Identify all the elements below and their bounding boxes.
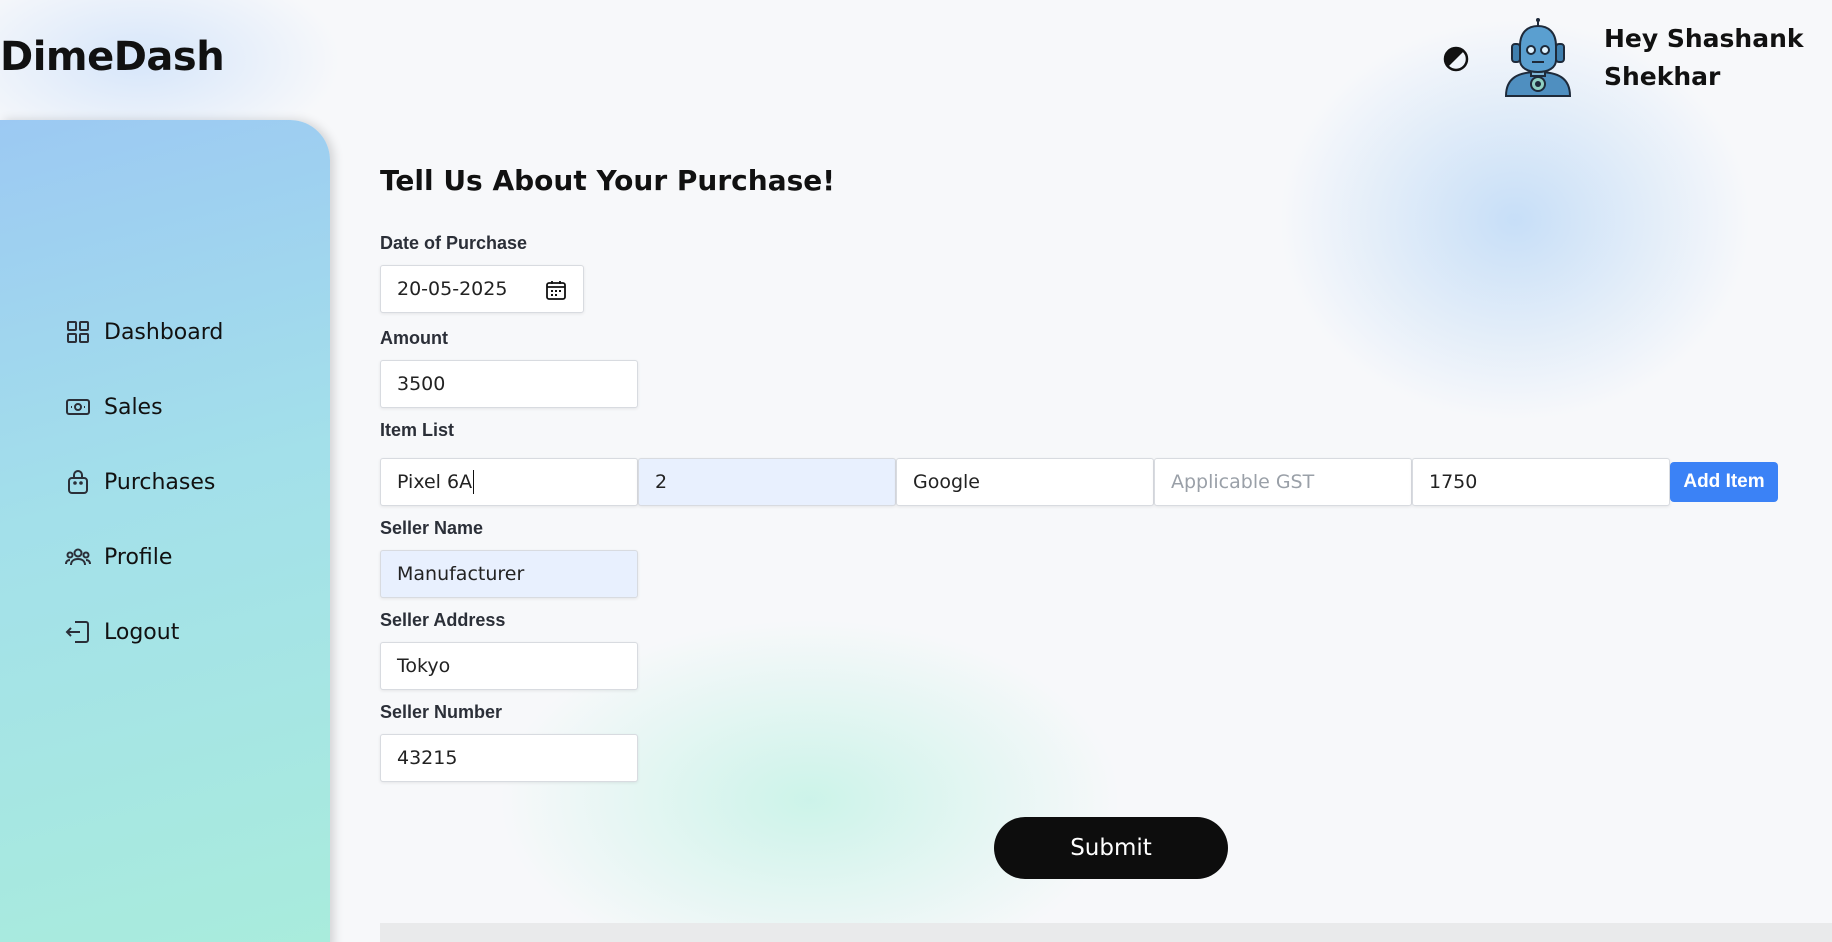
seller-name-label: Seller Name — [380, 518, 484, 538]
seller-number-label: Seller Number — [380, 702, 503, 722]
seller-address-label: Seller Address — [380, 610, 506, 630]
app-logo[interactable]: DimeDash — [0, 34, 225, 80]
amount-label: Amount — [380, 328, 448, 348]
form-title: Tell Us About Your Purchase! — [380, 164, 836, 197]
item-name-value: Pixel 6A — [397, 471, 473, 493]
sidebar: Dashboard Sales Purchases Profile Logout — [0, 120, 330, 942]
item-quantity-input[interactable]: 2 — [638, 458, 896, 506]
cash-icon — [64, 393, 92, 421]
date-input[interactable]: 20-05-2025 — [380, 265, 584, 313]
date-value: 20-05-2025 — [397, 278, 508, 300]
seller-name-input[interactable]: Manufacturer — [380, 550, 638, 598]
date-label: Date of Purchase — [380, 233, 528, 253]
item-name-input[interactable]: Pixel 6A — [380, 458, 638, 506]
item-price-input[interactable]: 1750 — [1412, 458, 1670, 506]
add-item-button[interactable]: Add Item — [1670, 462, 1778, 502]
sidebar-item-dashboard[interactable]: Dashboard — [64, 314, 223, 350]
calendar-icon[interactable] — [545, 279, 567, 301]
sidebar-item-label: Purchases — [104, 469, 216, 495]
sidebar-item-label: Dashboard — [104, 319, 224, 345]
item-list-label: Item List — [380, 420, 455, 440]
sidebar-item-profile[interactable]: Profile — [64, 539, 172, 575]
horizontal-scrollbar[interactable] — [380, 923, 1832, 942]
sidebar-item-purchases[interactable]: Purchases — [64, 464, 215, 500]
item-gst-input[interactable]: Applicable GST — [1154, 458, 1412, 506]
seller-address-input[interactable]: Tokyo — [380, 642, 638, 690]
bag-icon — [64, 468, 92, 496]
sidebar-item-label: Sales — [104, 394, 163, 420]
grid-icon — [64, 318, 92, 346]
seller-number-input[interactable]: 43215 — [380, 734, 638, 782]
sidebar-item-logout[interactable]: Logout — [64, 614, 179, 650]
users-icon — [64, 543, 92, 571]
logout-icon — [64, 618, 92, 646]
sidebar-item-sales[interactable]: Sales — [64, 389, 163, 425]
item-brand-input[interactable]: Google — [896, 458, 1154, 506]
sidebar-item-label: Profile — [104, 544, 173, 570]
robot-avatar[interactable] — [1498, 18, 1578, 98]
contrast-icon[interactable] — [1443, 46, 1469, 72]
submit-button[interactable]: Submit — [994, 817, 1228, 879]
user-greeting: Hey Shashank Shekhar — [1604, 24, 1804, 91]
sidebar-item-label: Logout — [104, 619, 180, 645]
amount-input[interactable]: 3500 — [380, 360, 638, 408]
text-caret — [473, 470, 475, 494]
